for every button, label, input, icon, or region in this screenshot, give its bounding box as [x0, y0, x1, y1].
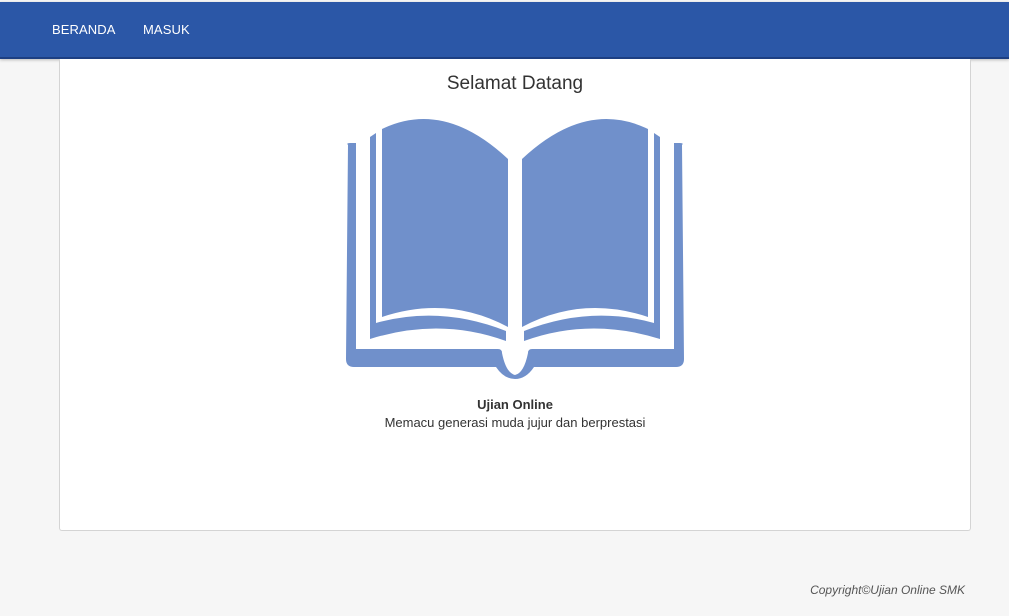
footer-copyright: Copyright©Ujian Online SMK	[810, 583, 965, 597]
welcome-card: Selamat Datang Ujian Online Memacu gener…	[59, 59, 971, 531]
nav-link-masuk[interactable]: MASUK	[143, 2, 190, 57]
open-book-icon	[346, 119, 684, 379]
top-navbar: BERANDA MASUK	[0, 2, 1009, 59]
page: BERANDA MASUK Selamat Datang Ujian Onlin…	[0, 0, 1009, 616]
app-name: Ujian Online	[477, 397, 553, 412]
welcome-title: Selamat Datang	[446, 73, 584, 94]
nav-link-beranda[interactable]: BERANDA	[52, 2, 116, 57]
app-tagline: Memacu generasi muda jujur dan berpresta…	[384, 415, 646, 430]
